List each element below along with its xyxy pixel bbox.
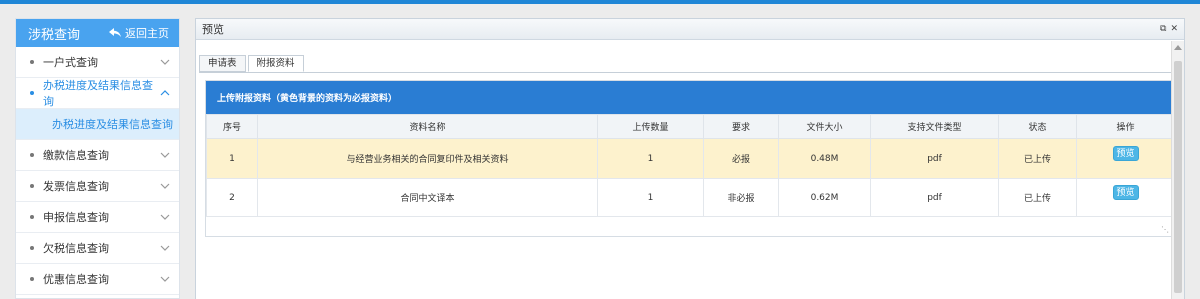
column-header: 上传数量 [597,114,704,139]
back-home-button[interactable]: 返回主页 [109,25,169,41]
preview-button[interactable]: 预览 [1112,185,1139,200]
chevron-down-icon [160,214,170,220]
tab-divider [199,72,1171,73]
window-controls: ⧉ ✕ [1160,24,1178,34]
chevron-down-icon [160,183,170,189]
chevron-down-icon [160,245,170,251]
tab-application-form[interactable]: 申请表 [199,55,246,72]
sidebar-item-invoice-query[interactable]: 发票信息查询 [16,171,179,202]
bullet-icon [30,215,34,219]
table-header-row: 序号 资料名称 上传数量 要求 文件大小 支持文件类型 状态 操作 [206,114,1175,139]
sidebar-item-payment-query[interactable]: 缴款信息查询 [16,140,179,171]
top-accent-bar [0,0,1200,4]
chevron-up-icon [160,90,170,96]
column-header: 支持文件类型 [870,114,999,139]
table-row: 1 与经营业务相关的合同复印件及相关资料 1 必报 0.48M pdf 已上传 … [206,138,1175,179]
bullet-icon [30,184,34,188]
sidebar-item-label: 一户式查询 [43,56,98,69]
preview-header: 预览 ⧉ ✕ [196,19,1184,40]
back-arrow-icon [109,28,121,37]
column-header: 状态 [998,114,1077,139]
column-header: 操作 [1076,114,1175,139]
sidebar-header: 涉税查询 返回主页 [16,19,179,47]
chevron-down-icon [160,152,170,158]
bullet-icon [30,246,34,250]
cell-no: 2 [206,178,258,217]
sidebar-item-label: 缴款信息查询 [43,149,109,162]
cell-count: 1 [597,138,704,179]
sidebar-item-label: 发票信息查询 [43,180,109,193]
scroll-up-icon[interactable] [1174,45,1182,50]
close-icon[interactable]: ✕ [1170,24,1178,34]
chevron-down-icon [160,276,170,282]
sidebar-item-arrears-query[interactable]: 欠税信息查询 [16,233,179,264]
cell-file-type: pdf [870,178,999,217]
column-header: 序号 [206,114,258,139]
sidebar-item-household-query[interactable]: 一户式查询 [16,47,179,78]
cell-action: 预览 [1076,138,1175,179]
bullet-icon [30,277,34,281]
cell-name: 合同中文译本 [257,178,598,217]
preview-body: 申请表 附报资料 上传附报资料（黄色背景的资料为必报资料） 序号 资料名称 上传… [196,41,1175,299]
cell-file-type: pdf [870,138,999,179]
sidebar-item-label: 申报信息查询 [43,211,109,224]
sidebar-item-declaration-query[interactable]: 申报信息查询 [16,202,179,233]
scroll-thumb[interactable] [1174,61,1182,293]
table-row: 2 合同中文译本 1 非必报 0.62M pdf 已上传 预览 [206,178,1175,217]
sidebar-item-label: 优惠信息查询 [43,273,109,286]
restore-icon[interactable]: ⧉ [1160,24,1166,34]
preview-title: 预览 [202,23,224,36]
attachments-table: 序号 资料名称 上传数量 要求 文件大小 支持文件类型 状态 操作 1 与经营业… [206,114,1175,217]
sidebar-item-progress-query[interactable]: 办税进度及结果信息查询 [16,78,179,109]
cell-size: 0.48M [778,138,871,179]
chevron-down-icon [160,59,170,65]
cell-action: 预览 [1076,178,1175,217]
cell-status: 已上传 [998,138,1077,179]
sidebar-item-label: 办税进度及结果信息查询 [43,79,153,108]
bullet-icon [30,91,34,95]
sidebar-subitem-progress-query[interactable]: 办税进度及结果信息查询 [16,109,179,140]
tab-bar: 申请表 附报资料 [199,55,306,72]
cell-size: 0.62M [778,178,871,217]
panel-title: 上传附报资料（黄色背景的资料为必报资料） [206,81,1172,114]
sidebar: 涉税查询 返回主页 一户式查询 办税进度及结果信息查询 办税进度及结果信息查询 … [15,18,180,299]
resize-handle-icon[interactable]: ⋱ [1161,225,1169,234]
sidebar-item-preferential-query[interactable]: 优惠信息查询 [16,264,179,295]
cell-status: 已上传 [998,178,1077,217]
cell-name: 与经营业务相关的合同复印件及相关资料 [257,138,598,179]
cell-requirement: 非必报 [703,178,779,217]
bullet-icon [30,153,34,157]
bullet-icon [30,60,34,64]
sidebar-title: 涉税查询 [28,27,81,43]
vertical-scrollbar[interactable] [1171,41,1184,299]
preview-window: 预览 ⧉ ✕ 申请表 附报资料 上传附报资料（黄色背景的资料为必报资料） 序号 … [195,18,1185,299]
sidebar-item-label: 欠税信息查询 [43,242,109,255]
column-header: 文件大小 [778,114,871,139]
cell-no: 1 [206,138,258,179]
column-header: 要求 [703,114,779,139]
back-home-label: 返回主页 [125,27,169,40]
cell-requirement: 必报 [703,138,779,179]
column-header: 资料名称 [257,114,598,139]
attachments-panel: 上传附报资料（黄色背景的资料为必报资料） 序号 资料名称 上传数量 要求 文件大… [205,80,1175,237]
tab-attachments[interactable]: 附报资料 [247,55,304,72]
cell-count: 1 [597,178,704,217]
preview-button[interactable]: 预览 [1112,146,1139,161]
